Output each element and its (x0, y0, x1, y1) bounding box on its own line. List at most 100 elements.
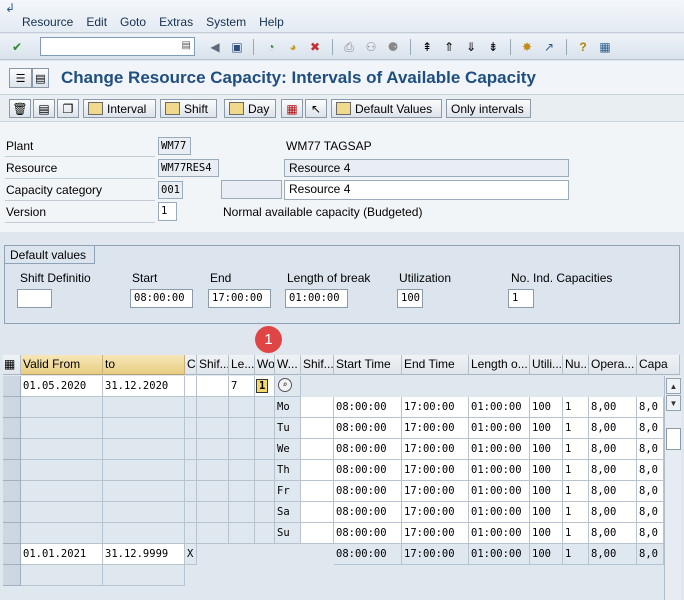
number-cell[interactable]: 1 (563, 418, 589, 439)
help-icon[interactable]: ? (574, 38, 592, 56)
operating-cell[interactable]: 8,00 (589, 397, 637, 418)
valid-to-cell[interactable] (103, 565, 185, 586)
no-ind-capacities-field[interactable]: 1 (508, 289, 534, 308)
col-to[interactable]: to (103, 355, 185, 375)
start-time-cell[interactable]: 08:00:00 (334, 439, 402, 460)
end-time-cell[interactable]: 17:00:00 (402, 481, 469, 502)
menu-system[interactable]: System (206, 15, 246, 29)
capacity-cell[interactable]: 8,0 (637, 397, 664, 418)
col-shift[interactable]: Shif... (301, 355, 334, 375)
version-field[interactable]: 1 (158, 202, 177, 221)
interval-button[interactable]: Interval (83, 99, 156, 118)
value-help-button[interactable]: ⌕ (275, 376, 301, 397)
day-button[interactable]: Day (224, 99, 276, 118)
shift-def-cell[interactable] (197, 376, 229, 397)
number-cell[interactable]: 1 (563, 523, 589, 544)
col-length-of-break[interactable]: Length o... (469, 355, 530, 375)
shift-button[interactable]: Shift (160, 99, 217, 118)
next-page-icon[interactable]: ⇓ (462, 38, 480, 56)
start-time-cell[interactable]: 08:00:00 (334, 523, 402, 544)
col-capacity[interactable]: Capa (637, 355, 680, 375)
scroll-thumb[interactable] (666, 428, 681, 450)
shift-cell[interactable] (301, 523, 334, 544)
layout-menu-icon[interactable]: ▦ (596, 38, 614, 56)
operating-cell[interactable]: 8,00 (589, 460, 637, 481)
shift-cell[interactable] (301, 502, 334, 523)
print-icon[interactable]: ⎙ (340, 38, 358, 56)
break-cell[interactable]: 01:00:00 (469, 481, 530, 502)
pointer-select-icon[interactable]: ↖ (305, 99, 327, 118)
valid-from-cell[interactable]: 01.01.2021 (21, 544, 103, 565)
break-cell[interactable]: 01:00:00 (469, 397, 530, 418)
operating-cell[interactable]: 8,00 (589, 481, 637, 502)
row-selector[interactable] (3, 397, 21, 418)
back-icon[interactable]: ◔ (262, 38, 280, 56)
operating-cell[interactable]: 8,00 (589, 418, 637, 439)
back-arrow-icon[interactable]: ◀ (206, 38, 224, 56)
col-start-time[interactable]: Start Time (334, 355, 402, 375)
break-cell[interactable]: 01:00:00 (469, 502, 530, 523)
row-selector[interactable] (3, 544, 21, 565)
find-icon[interactable]: ⚇ (362, 38, 380, 56)
last-page-icon[interactable]: ⇟ (484, 38, 502, 56)
shift-cell[interactable] (301, 460, 334, 481)
table-vertical-scrollbar[interactable]: ▲ ▼ (664, 376, 681, 600)
capacity-cell[interactable]: 8,0 (637, 418, 664, 439)
utilization-cell[interactable]: 100 (530, 523, 563, 544)
menu-help[interactable]: Help (259, 15, 284, 29)
row-selector[interactable] (3, 418, 21, 439)
shift-cell[interactable] (301, 439, 334, 460)
operating-cell[interactable]: 8,00 (589, 502, 637, 523)
capacity-cell[interactable]: 8,0 (637, 523, 664, 544)
end-time-cell[interactable]: 17:00:00 (402, 418, 469, 439)
length-of-break-field[interactable]: 01:00:00 (285, 289, 348, 308)
menu-extras[interactable]: Extras (159, 15, 193, 29)
start-time-cell[interactable]: 08:00:00 (334, 481, 402, 502)
utilization-cell[interactable]: 100 (530, 502, 563, 523)
display-change-icon[interactable]: ▤ (32, 68, 49, 88)
utilization-cell[interactable]: 100 (530, 481, 563, 502)
valid-to-cell[interactable]: 31.12.2020 (103, 376, 185, 397)
row-selector[interactable] (3, 460, 21, 481)
previous-page-icon[interactable]: ⇑ (440, 38, 458, 56)
shift-cell[interactable] (301, 418, 334, 439)
enter-check-icon[interactable]: ✔ (8, 38, 26, 56)
select-all-icon[interactable]: ▤ (33, 99, 55, 118)
copy-icon[interactable]: ❐ (57, 99, 79, 118)
end-time-cell[interactable]: 17:00:00 (402, 439, 469, 460)
operating-cell[interactable]: 8,00 (589, 439, 637, 460)
col-workdays[interactable]: Wo (255, 355, 275, 375)
utilization-cell[interactable]: 100 (530, 460, 563, 481)
utilization-cell[interactable]: 100 (530, 418, 563, 439)
end-time-cell[interactable]: 17:00:00 (402, 460, 469, 481)
shift-definition-field[interactable] (17, 289, 52, 308)
capacity-cell[interactable]: 8,0 (637, 460, 664, 481)
valid-to-cell[interactable]: 31.12.9999 (103, 544, 185, 565)
start-time-cell[interactable]: 08:00:00 (334, 397, 402, 418)
valid-from-cell[interactable] (21, 565, 103, 586)
command-history-icon[interactable]: ▤ (182, 40, 191, 51)
exit-icon[interactable]: ◕ (284, 38, 302, 56)
number-cell[interactable]: 1 (563, 481, 589, 502)
col-valid-from[interactable]: Valid From (21, 355, 103, 375)
row-selector[interactable] (3, 502, 21, 523)
start-time-cell[interactable]: 08:00:00 (334, 502, 402, 523)
start-field[interactable]: 08:00:00 (130, 289, 193, 308)
new-session-icon[interactable]: ✸ (518, 38, 536, 56)
number-cell[interactable]: 1 (563, 439, 589, 460)
only-intervals-button[interactable]: Only intervals (446, 99, 531, 118)
capacity-cell[interactable]: 8,0 (637, 502, 664, 523)
scroll-down-icon[interactable]: ▼ (666, 395, 681, 411)
valid-from-cell[interactable]: 01.05.2020 (21, 376, 103, 397)
row-selector[interactable] (3, 439, 21, 460)
table-settings-icon[interactable]: ▦ (3, 355, 21, 375)
save-icon[interactable]: ▣ (228, 38, 246, 56)
other-resource-icon[interactable]: ☰ (9, 68, 32, 88)
first-page-icon[interactable]: ⇞ (418, 38, 436, 56)
start-time-cell[interactable]: 08:00:00 (334, 460, 402, 481)
delete-icon[interactable]: 🗑︎ (9, 99, 31, 118)
break-cell[interactable]: 01:00:00 (469, 460, 530, 481)
number-cell[interactable]: 1 (563, 460, 589, 481)
col-shift-def[interactable]: Shif... (197, 355, 229, 375)
row-selector[interactable] (3, 565, 21, 586)
